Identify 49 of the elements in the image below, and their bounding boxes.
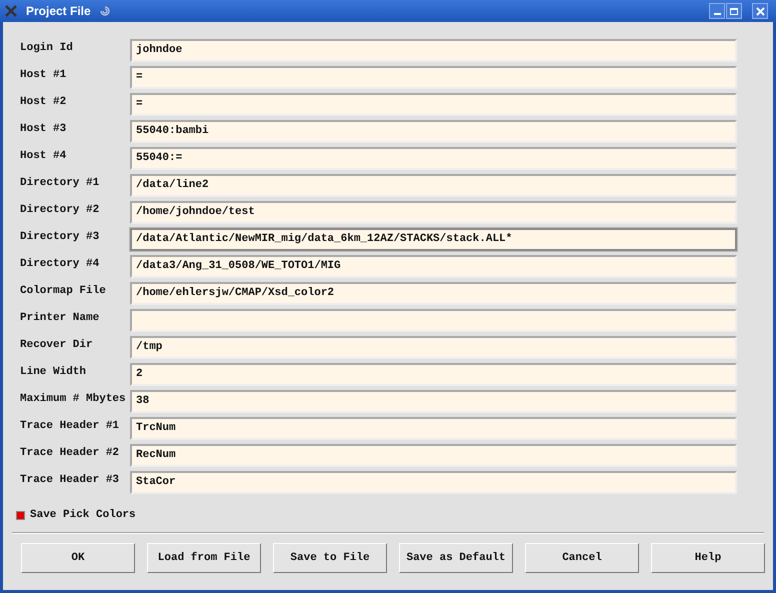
input-field[interactable]: /home/ehlersjw/CMAP/Xsd_color2 (130, 282, 737, 305)
dialog-button[interactable]: Save as Default (399, 543, 513, 573)
x-logo-icon (4, 4, 18, 18)
field-label: Directory #1 (19, 176, 100, 192)
input-field[interactable]: 55040:= (130, 147, 737, 170)
dialog-button[interactable]: OK (21, 543, 135, 573)
field-label: Directory #4 (19, 257, 100, 272)
input-field[interactable]: = (130, 93, 737, 116)
field-label: Trace Header #3 (19, 473, 120, 488)
input-field[interactable]: /tmp (130, 336, 737, 359)
close-button[interactable] (752, 3, 768, 19)
input-field[interactable]: /home/johndoe/test (130, 201, 737, 224)
dialog-button[interactable]: Save to File (273, 543, 387, 573)
input-field[interactable]: StaCor (130, 471, 737, 494)
minimize-button[interactable] (709, 3, 725, 19)
input-field[interactable]: 2 (130, 363, 737, 386)
field-label: Login Id (19, 41, 74, 56)
input-field[interactable]: TrcNum (130, 417, 737, 440)
input-field[interactable]: /data3/Ang_31_0508/WE_TOTO1/MIG (130, 255, 737, 278)
field-label: Recover Dir (19, 338, 94, 354)
close-icon (756, 6, 764, 16)
input-field[interactable]: /data/Atlantic/NewMIR_mig/data_6km_12AZ/STACKS/stack.ALL* (130, 228, 737, 251)
field-label: Directory #2 (19, 203, 100, 218)
field-label: Host #2 (19, 95, 68, 110)
dialog-button[interactable]: Load from File (147, 543, 261, 573)
field-label: Line Width (19, 365, 88, 380)
field-label: Trace Header #2 (19, 446, 120, 462)
maximize-button[interactable] (726, 3, 742, 19)
window-title: Project File (26, 3, 91, 20)
dialog-button[interactable]: Help (651, 543, 765, 573)
field-label: Host #4 (19, 149, 68, 164)
input-field[interactable]: 38 (130, 390, 737, 413)
swirl-icon (98, 5, 111, 17)
input-field[interactable]: = (130, 66, 737, 89)
field-label: Colormap File (19, 284, 107, 300)
field-label: Maximum # Mbytes (19, 392, 127, 408)
input-field[interactable]: /data/line2 (130, 174, 737, 197)
dialog-button[interactable]: Cancel (525, 543, 639, 573)
field-label: Directory #3 (19, 230, 100, 246)
input-field[interactable]: RecNum (130, 444, 737, 467)
input-field[interactable]: johndoe (130, 39, 737, 62)
field-label: Host #1 (19, 68, 68, 84)
checkbox[interactable] (16, 510, 25, 520)
checkbox-label: Save Pick Colors (30, 508, 136, 523)
field-label: Host #3 (19, 122, 68, 138)
input-field[interactable]: 55040:bambi (130, 120, 737, 143)
field-label: Printer Name (19, 311, 100, 326)
input-field[interactable] (130, 309, 737, 332)
field-label: Trace Header #1 (19, 419, 120, 434)
